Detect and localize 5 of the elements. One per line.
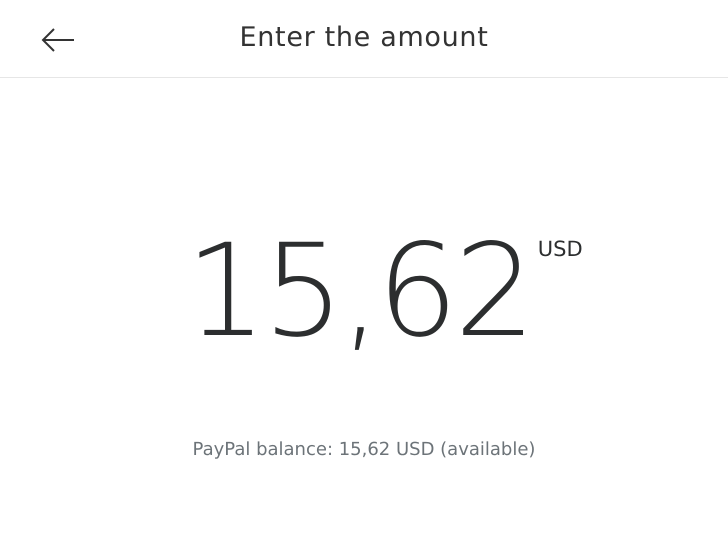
- amount-value: 15,62: [185, 228, 532, 356]
- currency-label: USD: [538, 236, 583, 263]
- back-arrow-icon: [41, 28, 75, 52]
- balance-text: PayPal balance: 15,62 USD (available): [192, 438, 536, 462]
- page-title: Enter the amount: [240, 21, 488, 56]
